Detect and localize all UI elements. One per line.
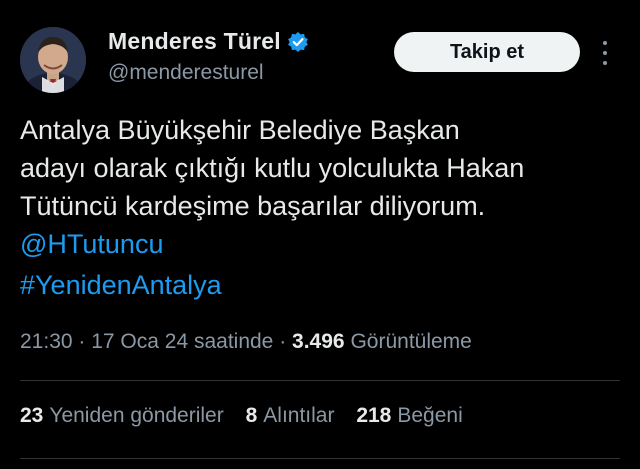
more-dot xyxy=(603,61,607,65)
tweet-text-line: Antalya Büyükşehir Belediye Başkan xyxy=(20,115,460,145)
verified-badge-icon xyxy=(287,31,309,53)
views-label: Görüntüleme xyxy=(350,330,472,353)
tweet-date[interactable]: 17 Oca 24 saatinde xyxy=(91,330,273,353)
hashtag-link[interactable]: #YenidenAntalya xyxy=(20,270,222,301)
mention-link[interactable]: @HTutuncu xyxy=(20,229,163,260)
author-name-row: Menderes Türel xyxy=(108,28,309,55)
more-dot xyxy=(603,41,607,45)
avatar[interactable] xyxy=(20,27,86,93)
tweet-meta: 21:30 · 17 Oca 24 saatinde · 3.496 Görün… xyxy=(20,330,472,354)
likes-label: Beğeni xyxy=(397,404,463,427)
more-dot xyxy=(603,51,607,55)
engagement-stats: 23 Yeniden gönderiler 8 Alıntılar 218 Beğen… xyxy=(20,404,479,428)
divider xyxy=(20,458,620,459)
divider xyxy=(20,380,620,381)
author-display-name[interactable]: Menderes Türel xyxy=(108,28,281,55)
views-count: 3.496 xyxy=(292,330,345,353)
quotes-count: 8 xyxy=(245,404,258,427)
tweet-card: Menderes Türel @menderesturel Takip et A… xyxy=(0,0,640,469)
tweet-text-line: adayı olarak çıktığı kutlu yolculukta Ha… xyxy=(20,153,525,183)
likes-count: 218 xyxy=(356,404,392,427)
author-handle[interactable]: @menderesturel xyxy=(108,61,264,85)
more-vertical-icon[interactable] xyxy=(598,38,612,68)
reposts-label: Yeniden gönderiler xyxy=(49,404,224,427)
reposts-stat[interactable]: 23 Yeniden gönderiler xyxy=(20,404,224,428)
follow-button[interactable]: Takip et xyxy=(394,32,580,72)
likes-stat[interactable]: 218 Beğeni xyxy=(356,404,462,428)
quotes-label: Alıntılar xyxy=(263,404,335,427)
meta-separator: · xyxy=(273,330,293,353)
tweet-time[interactable]: 21:30 xyxy=(20,330,73,353)
quotes-stat[interactable]: 8 Alıntılar xyxy=(246,404,335,428)
avatar-image xyxy=(20,27,86,93)
reposts-count: 23 xyxy=(20,404,44,427)
tweet-text-line: Tütüncü kardeşime başarılar diliyorum. xyxy=(20,191,486,221)
meta-separator: · xyxy=(72,330,92,353)
tweet-text: Antalya Büyükşehir Belediye Başkan adayı… xyxy=(20,111,620,225)
